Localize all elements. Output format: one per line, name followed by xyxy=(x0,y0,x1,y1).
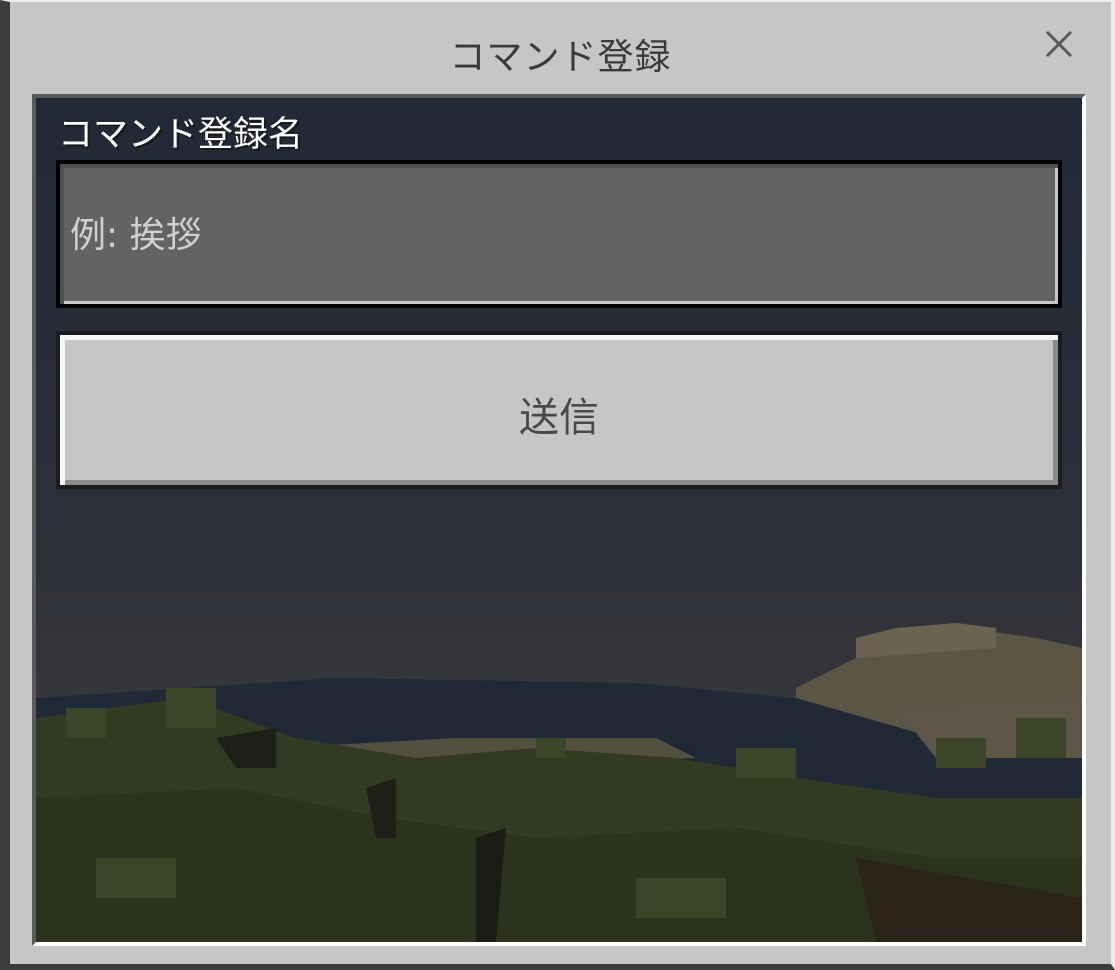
command-register-dialog: コマンド登録 コマンド登録名 例: 挨拶 送信 xyxy=(0,0,1115,970)
dialog-titlebar: コマンド登録 xyxy=(10,2,1111,94)
submit-button[interactable]: 送信 xyxy=(56,331,1062,489)
dialog-content: コマンド登録名 送信 xyxy=(32,94,1086,946)
dialog-title: コマンド登録 xyxy=(449,37,672,78)
close-icon[interactable] xyxy=(1043,28,1075,60)
command-name-field[interactable] xyxy=(56,160,1062,308)
command-name-input[interactable] xyxy=(68,164,1052,306)
submit-button-label: 送信 xyxy=(519,395,599,441)
command-name-label: コマンド登録名 xyxy=(58,115,304,155)
